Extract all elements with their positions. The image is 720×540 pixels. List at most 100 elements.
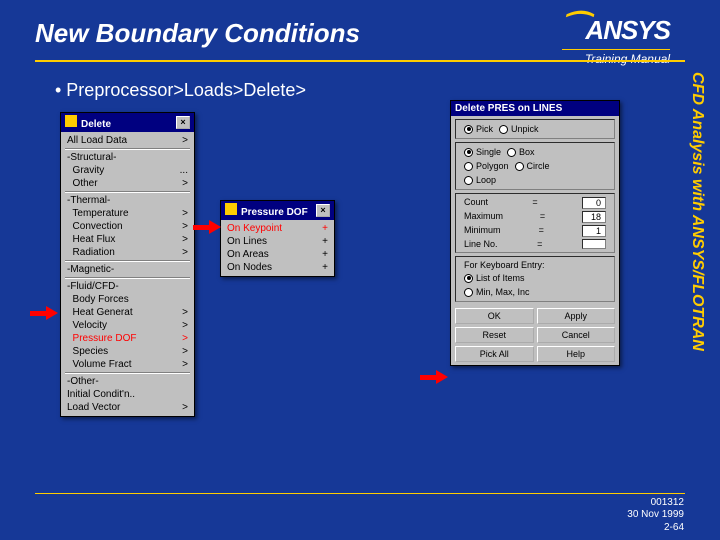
- radio-label: Unpick: [511, 124, 539, 134]
- field-row: Maximum=18: [458, 210, 612, 224]
- menu-item[interactable]: Pressure DOF>: [63, 332, 192, 345]
- keyboard-entry-group: For Keyboard Entry: List of Items Min, Ma…: [455, 256, 615, 302]
- radio-option[interactable]: Polygon: [464, 161, 509, 171]
- arrow-icon: [420, 370, 448, 384]
- menu-item[interactable]: Temperature>: [63, 207, 192, 220]
- slide-title: New Boundary Conditions: [35, 18, 360, 49]
- separator: [65, 260, 190, 262]
- radio-label: List of Items: [476, 273, 525, 283]
- field-value: [582, 239, 606, 249]
- radio-option[interactable]: Min, Max, Inc: [464, 287, 530, 297]
- keyboard-options: List of Items Min, Max, Inc: [458, 271, 612, 299]
- divider-bottom: [35, 493, 685, 494]
- apply-button[interactable]: Apply: [537, 308, 616, 324]
- delete-menu-window: Delete × All Load Data> -Structural- Grav…: [60, 112, 195, 417]
- fields-group: Count=0Maximum=18Minimum=1Line No.=: [455, 193, 615, 253]
- radio-label: Circle: [527, 161, 550, 171]
- radio-option[interactable]: Loop: [464, 175, 496, 185]
- pressure-dof-titlebar: Pressure DOF ×: [221, 201, 334, 220]
- radio-label: Pick: [476, 124, 493, 134]
- separator: [65, 277, 190, 279]
- reset-button[interactable]: Reset: [455, 327, 534, 343]
- cancel-button[interactable]: Cancel: [537, 327, 616, 343]
- field-row: Line No.=: [458, 238, 612, 250]
- menu-item[interactable]: All Load Data>: [63, 134, 192, 147]
- footer-id: 001312: [627, 497, 684, 510]
- menu-item[interactable]: Heat Flux>: [63, 233, 192, 246]
- close-icon[interactable]: ×: [316, 204, 330, 217]
- field-label: Minimum: [464, 225, 501, 237]
- close-icon[interactable]: ×: [176, 116, 190, 129]
- pressure-dof-title: Pressure DOF: [241, 207, 308, 218]
- menu-item[interactable]: -Other-: [63, 375, 192, 388]
- separator: [65, 191, 190, 193]
- menu-item[interactable]: -Fluid/CFD-: [63, 280, 192, 293]
- separator: [65, 148, 190, 150]
- side-label: CFD Analysis with ANSYS/FLOTRAN: [688, 72, 706, 472]
- menu-item[interactable]: -Structural-: [63, 151, 192, 164]
- ansys-logo: ⁀ANSYS: [562, 12, 670, 47]
- ok-button[interactable]: OK: [455, 308, 534, 324]
- radio-icon: [464, 274, 473, 283]
- radio-option[interactable]: Pick: [464, 124, 493, 134]
- radio-option[interactable]: Single: [464, 147, 501, 157]
- menu-item[interactable]: -Thermal-: [63, 194, 192, 207]
- pick-mode-group: Pick Unpick: [455, 119, 615, 139]
- radio-icon: [464, 148, 473, 157]
- menu-item[interactable]: Body Forces: [63, 293, 192, 306]
- window-icon: [225, 203, 237, 215]
- menu-item[interactable]: On Nodes+: [223, 261, 332, 274]
- keyboard-entry-label: For Keyboard Entry:: [458, 259, 612, 271]
- radio-option[interactable]: Unpick: [499, 124, 539, 134]
- delete-menu-title: Delete: [81, 119, 111, 130]
- radio-label: Polygon: [476, 161, 509, 171]
- menu-item[interactable]: Initial Condit'n..: [63, 388, 192, 401]
- field-value: 1: [582, 225, 606, 237]
- radio-icon: [507, 148, 516, 157]
- help-button[interactable]: Help: [537, 346, 616, 362]
- menu-item[interactable]: Species>: [63, 345, 192, 358]
- field-label: Maximum: [464, 211, 503, 223]
- menu-item[interactable]: On Keypoint+: [223, 222, 332, 235]
- radio-option[interactable]: Box: [507, 147, 535, 157]
- divider-top: [35, 60, 685, 62]
- field-label: Line No.: [464, 239, 498, 249]
- logo-subtitle: Training Manual: [562, 49, 670, 66]
- menu-item[interactable]: On Lines+: [223, 235, 332, 248]
- field-value: 0: [582, 197, 606, 209]
- menu-item[interactable]: Velocity>: [63, 319, 192, 332]
- menu-item[interactable]: Gravity...: [63, 164, 192, 177]
- arrow-icon: [30, 306, 58, 320]
- radio-option[interactable]: Circle: [515, 161, 550, 171]
- menu-item[interactable]: -Magnetic-: [63, 263, 192, 276]
- radio-icon: [515, 162, 524, 171]
- field-label: Count: [464, 197, 488, 209]
- logo-block: ⁀ANSYS Training Manual: [562, 12, 670, 66]
- footer: 001312 30 Nov 1999 2-64: [627, 497, 684, 535]
- menu-item[interactable]: Convection>: [63, 220, 192, 233]
- pressure-dof-menu-window: Pressure DOF × On Keypoint+On Lines+On A…: [220, 200, 335, 277]
- radio-label: Loop: [476, 175, 496, 185]
- logo-text: ANSYS: [585, 15, 670, 45]
- field-row: Minimum=1: [458, 224, 612, 238]
- menu-item[interactable]: Volume Fract>: [63, 358, 192, 371]
- radio-option[interactable]: List of Items: [464, 273, 525, 283]
- arrow-icon: [193, 220, 221, 234]
- delete-menu-body: All Load Data> -Structural- Gravity... Ot…: [61, 132, 194, 416]
- delete-menu-titlebar: Delete ×: [61, 113, 194, 132]
- menu-item[interactable]: Radiation>: [63, 246, 192, 259]
- field-row: Count=0: [458, 196, 612, 210]
- radio-icon: [499, 125, 508, 134]
- radio-icon: [464, 125, 473, 134]
- button-row: OKApplyResetCancelPick AllHelp: [451, 305, 619, 365]
- radio-label: Min, Max, Inc: [476, 287, 530, 297]
- radio-icon: [464, 288, 473, 297]
- pick-all-button[interactable]: Pick All: [455, 346, 534, 362]
- footer-page: 2-64: [627, 522, 684, 535]
- menu-item[interactable]: Heat Generat>: [63, 306, 192, 319]
- menu-item[interactable]: Other>: [63, 177, 192, 190]
- menu-item[interactable]: Load Vector>: [63, 401, 192, 414]
- menu-item[interactable]: On Areas+: [223, 248, 332, 261]
- radio-label: Box: [519, 147, 535, 157]
- radio-icon: [464, 176, 473, 185]
